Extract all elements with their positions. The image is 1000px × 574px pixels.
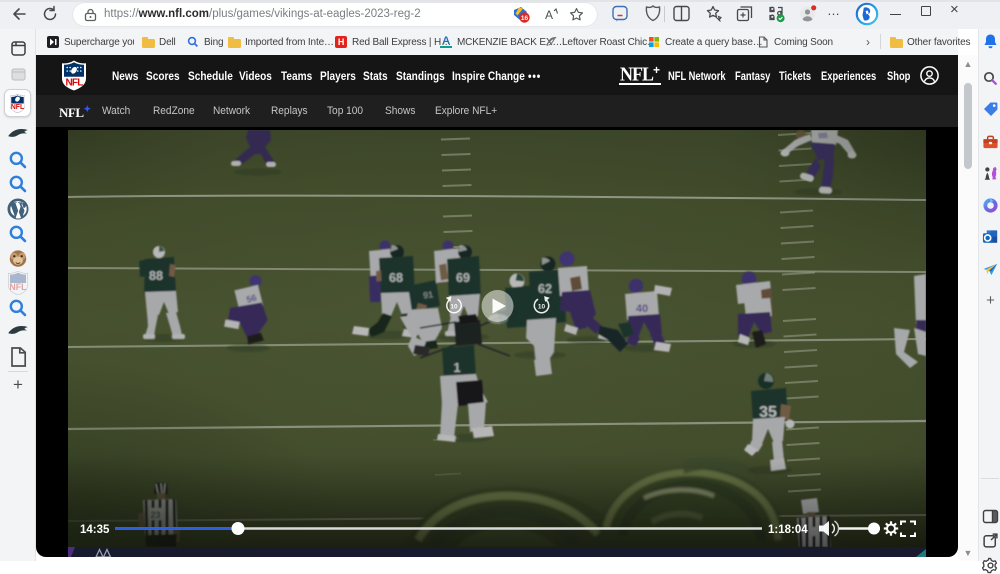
svg-text:14:35: 14:35	[80, 524, 110, 536]
svg-text:NFL: NFL	[11, 104, 24, 111]
svg-text:NFL: NFL	[9, 282, 27, 292]
svg-text:10: 10	[538, 303, 546, 310]
svg-text:16: 16	[521, 15, 529, 22]
svg-text:1:18:04: 1:18:04	[768, 524, 808, 536]
svg-text:10: 10	[450, 303, 458, 310]
svg-text:NFL: NFL	[65, 78, 83, 89]
svg-text:A: A	[545, 8, 553, 22]
